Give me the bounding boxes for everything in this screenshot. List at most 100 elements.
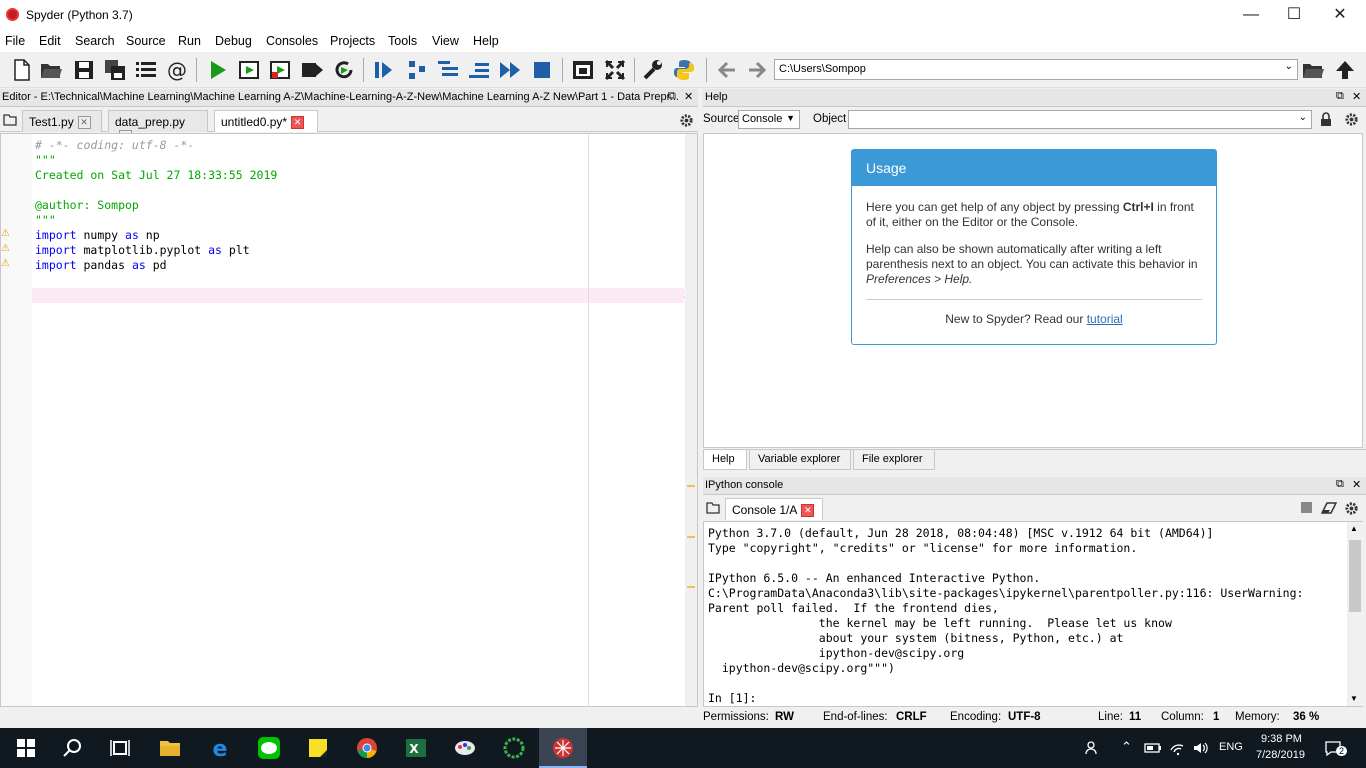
wrench-icon[interactable]: [641, 58, 665, 82]
close-button[interactable]: ✕: [1317, 0, 1363, 32]
volume-icon[interactable]: [1192, 740, 1208, 756]
stop-icon[interactable]: [1301, 502, 1312, 513]
close-tab-icon[interactable]: ✕: [801, 504, 815, 518]
menu-source[interactable]: Source: [126, 34, 166, 48]
search-icon[interactable]: [61, 736, 85, 760]
undock-icon[interactable]: ⧉: [668, 90, 676, 103]
menu-search[interactable]: Search: [75, 34, 115, 48]
gear-icon[interactable]: [679, 113, 694, 128]
at-symbol-icon[interactable]: @: [165, 58, 189, 82]
tab-file-explorer[interactable]: File explorer: [853, 450, 935, 470]
back-arrow-icon[interactable]: [715, 58, 739, 82]
run-cell-advance-icon[interactable]: [269, 58, 293, 82]
wifi-icon[interactable]: [1169, 740, 1185, 756]
menu-projects[interactable]: Projects: [330, 34, 375, 48]
menu-run[interactable]: Run: [178, 34, 201, 48]
menu-help[interactable]: Help: [473, 34, 499, 48]
edge-browser-icon[interactable]: e: [208, 736, 232, 760]
tutorial-link[interactable]: tutorial: [1087, 312, 1123, 326]
battery-icon[interactable]: [1144, 742, 1162, 754]
scroll-down-icon[interactable]: ▼: [1350, 694, 1358, 703]
object-input[interactable]: ⌄: [848, 110, 1312, 129]
people-icon[interactable]: [1085, 740, 1101, 756]
browse-folder-icon[interactable]: [1301, 58, 1325, 82]
save-icon[interactable]: [72, 58, 96, 82]
gear-icon[interactable]: [1344, 501, 1359, 516]
line-app-icon[interactable]: [257, 736, 281, 760]
usage-text: Help can also be shown automatically aft…: [866, 242, 1198, 271]
excel-icon[interactable]: X: [404, 736, 428, 760]
chrome-icon[interactable]: [355, 736, 379, 760]
clock-date[interactable]: 7/28/2019: [1256, 749, 1305, 761]
debug-icon[interactable]: [372, 58, 396, 82]
maximize-pane-icon[interactable]: [571, 58, 595, 82]
step-icon[interactable]: [405, 58, 429, 82]
menu-edit[interactable]: Edit: [39, 34, 61, 48]
scroll-up-icon[interactable]: ▲: [1350, 524, 1358, 533]
menu-debug[interactable]: Debug: [215, 34, 252, 48]
python-path-icon[interactable]: [672, 58, 696, 82]
step-into-icon[interactable]: [436, 58, 460, 82]
warning-icon[interactable]: ⚠: [1, 228, 11, 239]
close-pane-icon[interactable]: ✕: [1352, 478, 1361, 491]
forward-arrow-icon[interactable]: [745, 58, 769, 82]
close-tab-icon[interactable]: ✕: [291, 116, 305, 130]
chevron-up-icon[interactable]: ⌃: [1121, 739, 1132, 755]
sticky-notes-icon[interactable]: [306, 736, 330, 760]
working-directory-combobox[interactable]: C:\Users\Sompop ⌄: [774, 59, 1298, 80]
run-selection-icon[interactable]: [300, 58, 324, 82]
close-tab-icon[interactable]: ✕: [77, 116, 91, 130]
anaconda-icon[interactable]: [502, 736, 526, 760]
parent-dir-arrow-icon[interactable]: [1333, 58, 1357, 82]
maximize-button[interactable]: ☐: [1271, 0, 1317, 32]
ipython-console[interactable]: Python 3.7.0 (default, Jun 28 2018, 08:0…: [703, 521, 1363, 707]
tab-console-1a[interactable]: Console 1/A ✕: [725, 498, 823, 520]
tab-help[interactable]: Help: [703, 450, 747, 470]
undock-icon[interactable]: ⧉: [1336, 478, 1344, 491]
source-select[interactable]: Console ▼: [738, 110, 800, 129]
menu-view[interactable]: View: [432, 34, 459, 48]
menu-file[interactable]: File: [5, 34, 25, 48]
rerun-icon[interactable]: [332, 58, 356, 82]
minimize-button[interactable]: —: [1228, 0, 1274, 32]
new-file-icon[interactable]: [10, 58, 34, 82]
spyder-app-icon[interactable]: [551, 736, 575, 760]
code-editor[interactable]: 1 2 3 4 5 6 7 8 9 10 11 ⚠ ⚠ ⚠ # -*- codi…: [0, 133, 698, 707]
identifier: plt: [221, 243, 250, 257]
scrollbar-thumb[interactable]: [1349, 540, 1361, 612]
undock-icon[interactable]: ⧉: [1336, 90, 1344, 103]
eraser-icon[interactable]: [1321, 501, 1337, 515]
tab-variable-explorer[interactable]: Variable explorer: [749, 450, 851, 470]
stop-debug-icon[interactable]: [530, 58, 554, 82]
step-return-icon[interactable]: [467, 58, 491, 82]
close-pane-icon[interactable]: ✕: [1352, 90, 1361, 103]
file-switcher-icon[interactable]: [134, 58, 158, 82]
menu-consoles[interactable]: Consoles: [266, 34, 318, 48]
warning-icon[interactable]: ⚠: [1, 243, 11, 254]
tab-test1[interactable]: Test1.py ✕: [22, 110, 102, 132]
menu-tools[interactable]: Tools: [388, 34, 417, 48]
tab-untitled0[interactable]: untitled0.py* ✕: [214, 110, 318, 132]
open-file-icon[interactable]: [39, 58, 63, 82]
save-all-icon[interactable]: [103, 58, 127, 82]
run-cell-icon[interactable]: [238, 58, 262, 82]
console-scrollbar[interactable]: ▲ ▼: [1347, 522, 1363, 706]
browse-tabs-icon[interactable]: [3, 114, 17, 126]
clock-time[interactable]: 9:38 PM: [1261, 733, 1302, 745]
fullscreen-icon[interactable]: [603, 58, 627, 82]
task-view-icon[interactable]: [108, 736, 132, 760]
language-indicator[interactable]: ENG: [1219, 741, 1243, 753]
warning-icon[interactable]: ⚠: [1, 258, 11, 269]
tab-data-prep[interactable]: data_prep.py✕: [108, 110, 208, 144]
windows-start-icon[interactable]: [14, 736, 38, 760]
gear-icon[interactable]: [1344, 112, 1359, 127]
title-bar: Spyder (Python 3.7) — ☐ ✕: [0, 0, 1366, 32]
editor-scrollbar[interactable]: [685, 134, 697, 706]
run-icon[interactable]: [206, 58, 230, 82]
close-pane-icon[interactable]: ✕: [684, 90, 693, 103]
browse-tabs-icon[interactable]: [706, 502, 720, 514]
paint-app-icon[interactable]: [453, 736, 477, 760]
lock-icon[interactable]: [1320, 112, 1332, 127]
continue-icon[interactable]: [498, 58, 522, 82]
file-explorer-icon[interactable]: [158, 736, 182, 760]
